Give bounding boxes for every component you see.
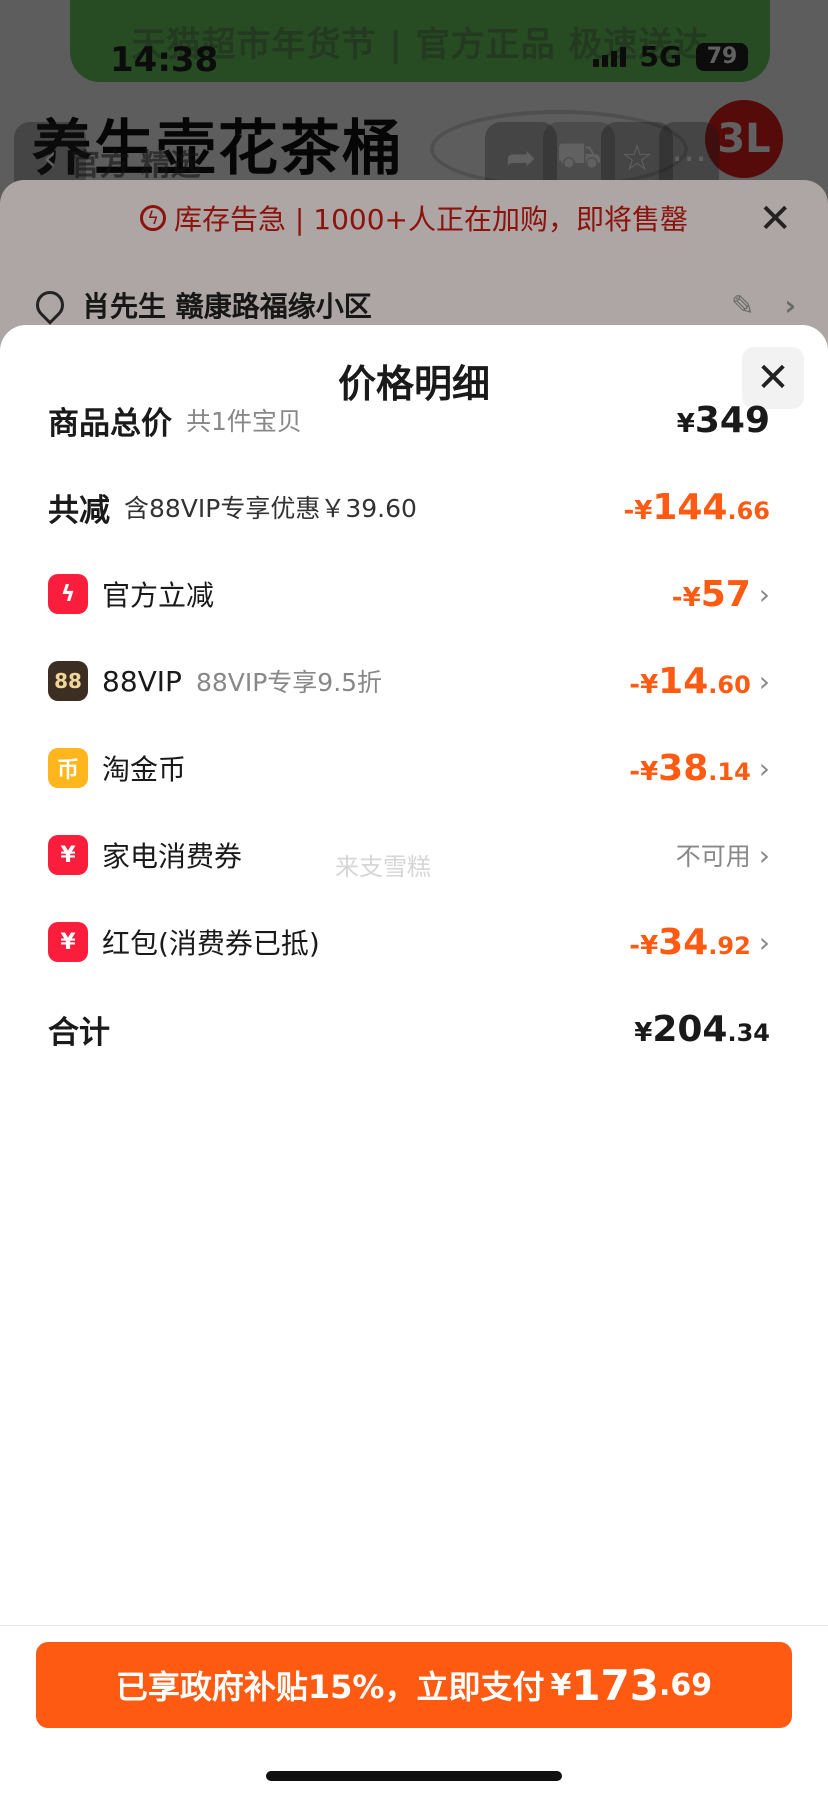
lightning-icon: ϟ (48, 574, 88, 614)
vip-88-icon: 88 (48, 661, 88, 701)
row-label: 合计 (48, 1014, 110, 1051)
appliance-voucher-row[interactable]: ¥ 家电消费券 不可用 › (48, 825, 770, 885)
coin-icon: 币 (48, 748, 88, 788)
row-amount: -¥ 57 (671, 573, 751, 615)
pay-amount-int: 173 (571, 1660, 659, 1710)
checkout-page: 天猫超市年货节 | 官方正品 极速送达 养生壶花茶桶 3L 14:38 5G 7… (0, 0, 828, 1795)
price-detail-modal: 价格明细 ✕ 来支雪糕 商品总价 共1件宝贝 ¥349 共减 含88VIP专享优… (0, 325, 828, 1795)
footer-divider (0, 1625, 828, 1626)
row-label: 淘金币 (102, 753, 187, 786)
official-discount-row[interactable]: ϟ 官方立减 -¥ 57 › (48, 564, 770, 624)
row-amount: -¥ 38.14 (629, 747, 751, 789)
row-amount: ¥204.34 (634, 1008, 770, 1050)
row-amount: -¥ 144.66 (623, 486, 770, 528)
home-indicator (266, 1771, 562, 1781)
row-amount: -¥ 14.60 (629, 660, 751, 702)
chevron-right-icon: › (758, 751, 770, 785)
pay-button[interactable]: 已享政府补贴15%，立即支付 ¥ 173 .69 (36, 1642, 792, 1728)
vip-discount-row[interactable]: 88 88VIP 88VIP专享9.5折 -¥ 14.60 › (48, 651, 770, 711)
row-value: 不可用 (675, 842, 751, 871)
coin-discount-row[interactable]: 币 淘金币 -¥ 38.14 › (48, 738, 770, 798)
pay-currency: ¥ (550, 1667, 572, 1703)
pay-button-label: 已享政府补贴15%，立即支付 (115, 1668, 545, 1706)
row-label: 官方立减 (102, 579, 215, 612)
chevron-right-icon: › (758, 838, 770, 872)
row-sub: 88VIP专享9.5折 (195, 668, 383, 697)
row-amount: ¥349 (676, 399, 770, 441)
row-label: 家电消费券 (102, 840, 243, 873)
chevron-right-icon: › (758, 925, 770, 959)
row-label: 共减 (48, 492, 110, 529)
row-label: 88VIP (102, 664, 182, 698)
red-packet-icon: ¥ (48, 922, 88, 962)
red-packet-row[interactable]: ¥ 红包(消费券已抵) -¥ 34.92 › (48, 912, 770, 972)
row-label: 红包(消费券已抵) (102, 927, 320, 960)
chevron-right-icon: › (758, 664, 770, 698)
row-amount: -¥ 34.92 (629, 921, 751, 963)
chevron-right-icon: › (758, 577, 770, 611)
total-discount-row: 共减 含88VIP专享优惠￥39.60 -¥ 144.66 (48, 477, 770, 537)
row-sub: 共1件宝贝 (186, 407, 302, 436)
pay-amount-dec: .69 (659, 1667, 713, 1703)
voucher-icon: ¥ (48, 835, 88, 875)
row-sub: 含88VIP专享优惠￥39.60 (124, 494, 417, 523)
row-label: 商品总价 (48, 405, 172, 442)
grand-total-row: 合计 ¥204.34 (48, 999, 770, 1059)
goods-total-row: 商品总价 共1件宝贝 ¥349 (48, 390, 770, 450)
